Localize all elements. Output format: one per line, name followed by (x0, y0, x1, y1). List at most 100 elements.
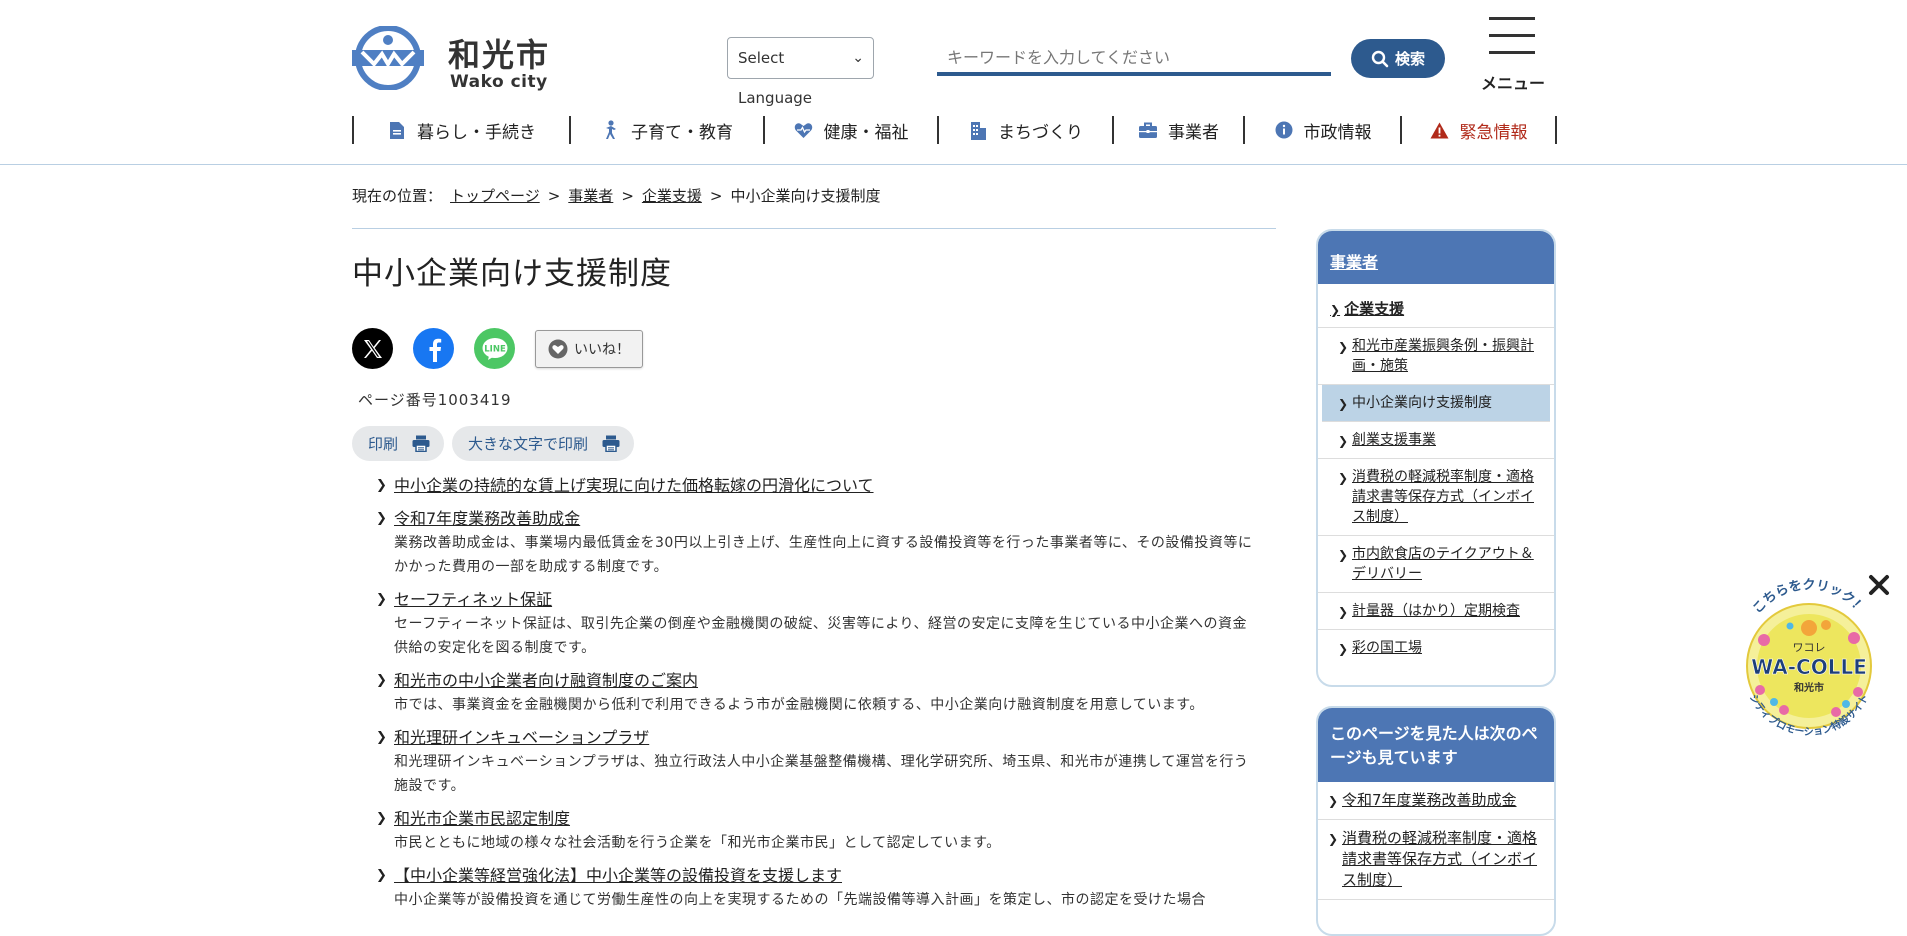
support-list: ❯ 中小企業の持続的な賃上げ実現に向けた価格転嫁の円滑化について ❯ 令和7年度… (376, 474, 1256, 912)
language-select[interactable]: Select Language ⌄ (727, 37, 874, 107)
breadcrumb-current: 中小企業向け支援制度 (730, 187, 881, 205)
menu-label: メニュー (1480, 74, 1545, 93)
print-large-text-button[interactable]: 大きな文字で印刷 (452, 426, 635, 461)
chevron-right-icon: ❯ (376, 478, 387, 493)
building-icon (968, 120, 988, 140)
site-header: 和光市 Wako city Select Language ⌄ 検索 メニュー … (0, 0, 1907, 165)
svg-text:ワコレ: ワコレ (1793, 641, 1826, 654)
search-input[interactable] (937, 42, 1331, 76)
chevron-down-icon: ⌄ (852, 50, 864, 66)
related-item-label: 消費税の軽減税率制度・適格請求書等保存方式（インボイス制度） (1342, 829, 1538, 889)
chevron-right-icon: ❯ (1338, 548, 1349, 562)
list-item: ❯ 令和7年度業務改善助成金 業務改善助成金は、事業場内最低賃金を30円以上引き… (376, 507, 1256, 579)
list-item: ❯ 和光市の中小企業者向け融資制度のご案内 市では、事業資金を金融機関から低利で… (376, 669, 1256, 717)
like-button[interactable]: いいね！ (535, 329, 643, 368)
chevron-right-icon: ❯ (1330, 303, 1341, 317)
share-bar: LINE いいね！ (352, 328, 643, 369)
breadcrumb-link-support[interactable]: 企業支援 (642, 185, 702, 206)
chevron-right-icon: ❯ (1328, 832, 1339, 846)
heart-icon (794, 120, 814, 140)
gnav-city-info[interactable]: 市政情報 (1243, 116, 1400, 144)
global-nav: 暮らし・手続き 子育て・教育 健康・福祉 まちづくり 事業者 市政情報 緊急情報 (352, 116, 1557, 144)
chevron-right-icon: ❯ (1338, 605, 1349, 619)
printer-icon (602, 435, 620, 452)
gnav-town[interactable]: まちづくり (937, 116, 1112, 144)
sidebar-subheading[interactable]: ❯ 企業支援 (1318, 284, 1554, 328)
wako-city-emblem-icon (352, 26, 424, 90)
breadcrumb-prefix: 現在の位置： (352, 187, 443, 205)
breadcrumb-separator: > (547, 186, 561, 205)
chevron-right-icon: ❯ (1338, 642, 1349, 656)
breadcrumb-link-business[interactable]: 事業者 (568, 185, 613, 206)
sidebar-item[interactable]: ❯ 彩の国工場 (1318, 630, 1554, 666)
list-item: ❯ 和光市企業市民認定制度 市民とともに地域の様々な社会活動を行う企業を「和光市… (376, 807, 1256, 855)
chevron-right-icon: ❯ (1328, 794, 1339, 808)
chevron-right-icon: ❯ (376, 592, 387, 607)
list-item-link[interactable]: セーフティネット保証 (394, 588, 1256, 612)
document-icon (387, 120, 407, 140)
search-icon (1371, 50, 1389, 67)
list-item-link[interactable]: 和光理研インキュベーションプラザ (394, 726, 1256, 750)
sidebar-item-current[interactable]: ❯ 中小企業向け支援制度 (1322, 385, 1550, 422)
info-icon (1274, 120, 1294, 140)
list-item-link[interactable]: 【中小企業等経営強化法】中小企業等の設備投資を支援します (394, 864, 1256, 888)
gnav-business[interactable]: 事業者 (1112, 116, 1243, 144)
chevron-right-icon: ❯ (1338, 471, 1349, 485)
gnav-label: 暮らし・手続き (417, 122, 536, 143)
breadcrumb-separator: > (709, 186, 723, 205)
wa-colle-badge-icon: ワコレ WA-COLLE 和光市 こちらをクリック！ シティプロモーション特設サ… (1746, 578, 1872, 738)
sidebar-item-label: 消費税の軽減税率制度・適格請求書等保存方式（インボイス制度） (1352, 469, 1534, 525)
list-item-description: 業務改善助成金は、事業場内最低賃金を30円以上引き上げ、生産性向上に資する設備投… (394, 535, 1253, 575)
chevron-right-icon: ❯ (1338, 340, 1349, 354)
sidebar-item[interactable]: ❯ 創業支援事業 (1318, 422, 1554, 459)
gnav-living[interactable]: 暮らし・手続き (352, 116, 569, 144)
gnav-label: まちづくり (998, 122, 1083, 143)
line-share-icon[interactable]: LINE (474, 328, 515, 369)
language-select-value: Select Language (738, 49, 813, 107)
related-item-label: 令和7年度業務改善助成金 (1342, 791, 1517, 809)
chevron-right-icon: ❯ (1338, 397, 1349, 411)
gnav-emergency[interactable]: 緊急情報 (1400, 116, 1557, 144)
facebook-share-icon[interactable] (413, 328, 454, 369)
related-pages: このページを見た人は次のページも見ています ❯ 令和7年度業務改善助成金 ❯ 消… (1316, 706, 1556, 936)
breadcrumb-link-top[interactable]: トップページ (450, 185, 540, 206)
gnav-health[interactable]: 健康・福祉 (763, 116, 937, 144)
list-item: ❯ 【中小企業等経営強化法】中小企業等の設備投資を支援します 中小企業等が設備投… (376, 864, 1256, 912)
sidebar-item-label: 計量器（はかり）定期検査 (1352, 603, 1520, 619)
list-item: ❯ 中小企業の持続的な賃上げ実現に向けた価格転嫁の円滑化について (376, 474, 1256, 498)
heart-icon (548, 339, 568, 358)
sidebar-heading[interactable]: 事業者 (1318, 231, 1554, 284)
sidebar-category-nav: 事業者 ❯ 企業支援 ❯ 和光市産業振興条例・振興計画・施策 ❯ 中小企業向け支援… (1316, 229, 1556, 687)
sidebar-item-label: 中小企業向け支援制度 (1352, 395, 1492, 411)
x-share-icon[interactable] (352, 328, 393, 369)
site-logo[interactable]: 和光市 Wako city (352, 24, 562, 94)
briefcase-icon (1138, 120, 1158, 140)
related-item[interactable]: ❯ 消費税の軽減税率制度・適格請求書等保存方式（インボイス制度） (1318, 820, 1554, 900)
gnav-label: 子育て・教育 (631, 122, 733, 143)
gnav-label: 健康・福祉 (823, 122, 909, 143)
gnav-childcare[interactable]: 子育て・教育 (569, 116, 763, 144)
related-heading: このページを見た人は次のページも見ています (1318, 708, 1554, 782)
list-item-description: 和光理研インキュベーションプラザは、独立行政法人中小企業基盤整備機構、理化学研究… (394, 754, 1249, 794)
menu-button[interactable]: メニュー (1480, 14, 1546, 94)
sidebar-item[interactable]: ❯ 和光市産業振興条例・振興計画・施策 (1318, 328, 1554, 385)
list-item-link[interactable]: 和光市の中小企業者向け融資制度のご案内 (394, 669, 1256, 693)
sidebar-item[interactable]: ❯ 消費税の軽減税率制度・適格請求書等保存方式（インボイス制度） (1318, 459, 1554, 536)
list-item: ❯ 和光理研インキュベーションプラザ 和光理研インキュベーションプラザは、独立行… (376, 726, 1256, 798)
page-title: 中小企業向け支援制度 (352, 256, 672, 292)
sidebar-item[interactable]: ❯ 市内飲食店のテイクアウト＆デリバリー (1318, 536, 1554, 593)
list-item-description: 市では、事業資金を金融機関から低利で利用できるよう市が金融機関に依頼する、中小企… (394, 697, 1204, 713)
list-item-link[interactable]: 和光市企業市民認定制度 (394, 807, 1256, 831)
wa-colle-banner[interactable]: ワコレ WA-COLLE 和光市 こちらをクリック！ シティプロモーション特設サ… (1724, 570, 1894, 760)
list-item-link[interactable]: 令和7年度業務改善助成金 (394, 507, 1256, 531)
list-item: ❯ セーフティネット保証 セーフティーネット保証は、取引先企業の倒産や金融機関の… (376, 588, 1256, 660)
print-button[interactable]: 印刷 (352, 426, 445, 461)
search-button[interactable]: 検索 (1351, 39, 1445, 78)
chevron-right-icon: ❯ (1338, 434, 1349, 448)
print-large-label: 大きな文字で印刷 (468, 435, 589, 453)
gnav-label: 緊急情報 (1459, 122, 1528, 143)
list-item-link[interactable]: 中小企業の持続的な賃上げ実現に向けた価格転嫁の円滑化について (394, 474, 1256, 498)
sidebar-item[interactable]: ❯ 計量器（はかり）定期検査 (1318, 593, 1554, 630)
close-icon[interactable] (1868, 574, 1890, 596)
related-item[interactable]: ❯ 令和7年度業務改善助成金 (1318, 782, 1554, 820)
